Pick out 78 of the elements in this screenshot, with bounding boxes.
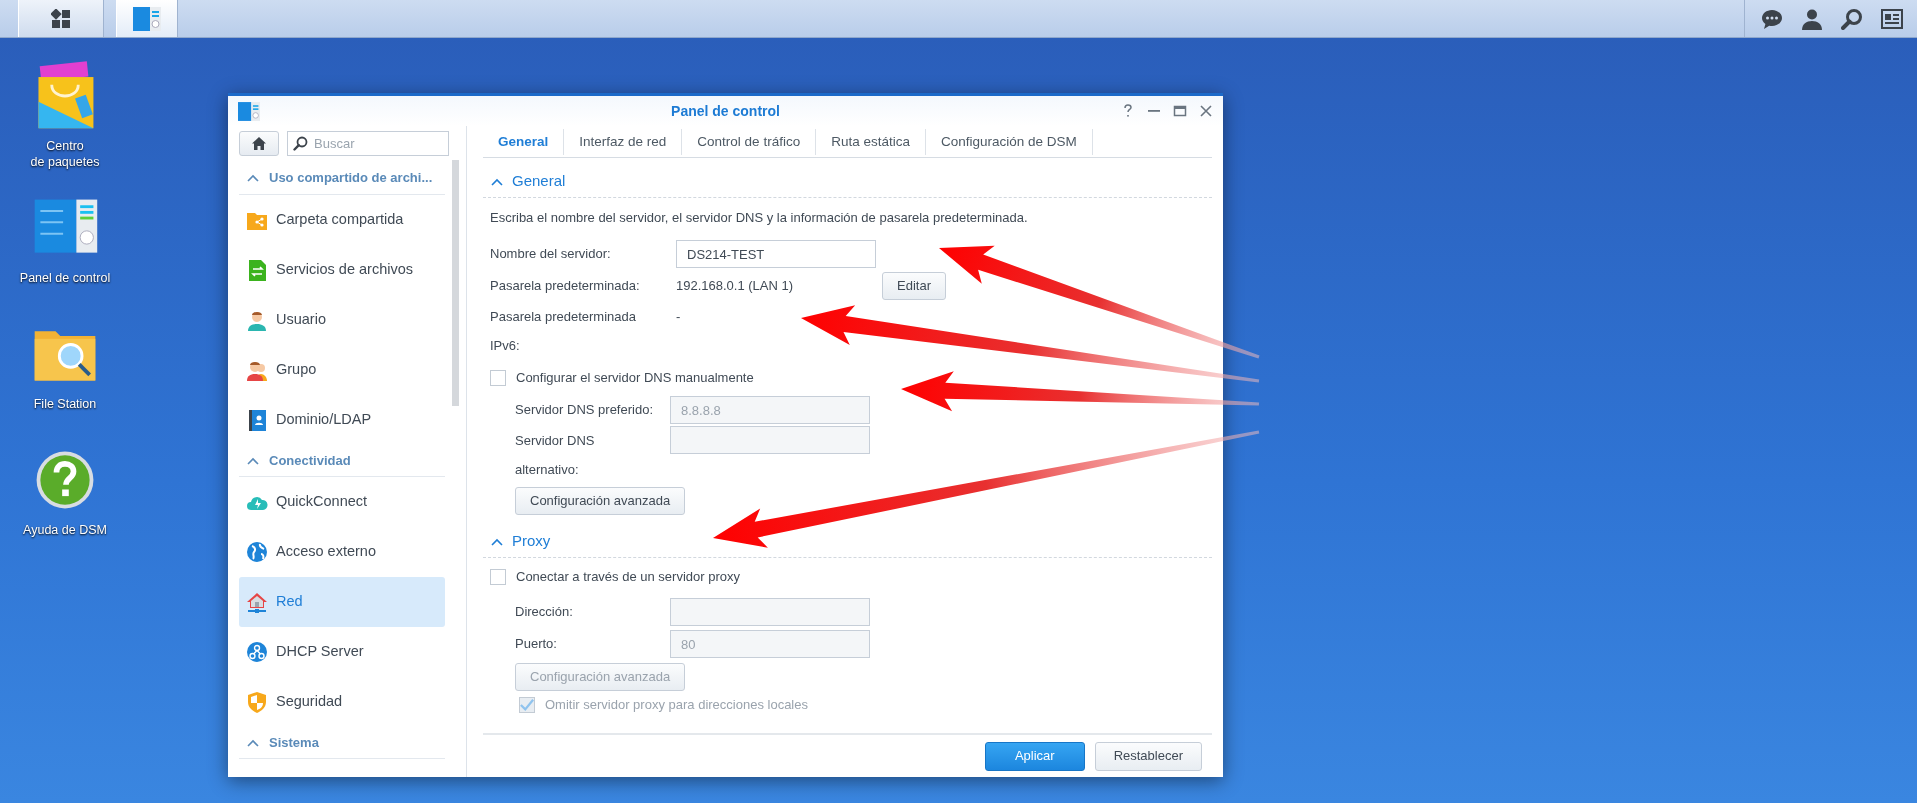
- check-icon: [520, 698, 534, 712]
- sidebar-item[interactable]: Servicios de archivos: [239, 245, 445, 295]
- search-icon: [293, 136, 308, 151]
- network-icon: [246, 641, 268, 663]
- field-label: Pasarela predeterminada:: [490, 277, 641, 296]
- search-field[interactable]: Buscar: [287, 131, 449, 156]
- advanced-settings-button[interactable]: Configuración avanzada: [515, 487, 686, 515]
- tab[interactable]: Configuración de DSM: [925, 129, 1093, 155]
- sidebar-item[interactable]: Carpeta compartida: [239, 195, 445, 245]
- reset-button[interactable]: Restablecer: [1094, 741, 1202, 771]
- input-field[interactable]: DS214-TEST: [676, 240, 876, 268]
- desktop-shortcut[interactable]: File Station: [5, 318, 125, 412]
- checkbox-label: Conectar a través de un servidor proxy: [516, 568, 740, 587]
- checkbox-label: Omitir servidor proxy para direcciones locales: [545, 696, 808, 715]
- contact-book-icon: [246, 409, 268, 431]
- tab[interactable]: Ruta estática: [816, 129, 926, 155]
- help-icon[interactable]: [1121, 104, 1135, 118]
- sidebar-item[interactable]: Grupo: [239, 345, 445, 395]
- shortcut-label: Ayuda de DSM: [23, 522, 107, 538]
- taskbar-app-button[interactable]: [116, 0, 178, 37]
- close-icon[interactable]: [1199, 104, 1213, 118]
- section-heading[interactable]: Conectividad: [269, 450, 351, 471]
- desktop-shortcut[interactable]: Panel de control: [5, 192, 125, 286]
- shortcut-label: Panel de control: [19, 270, 111, 286]
- group-icon: [246, 359, 268, 381]
- search-icon[interactable]: [1841, 7, 1863, 30]
- section-heading[interactable]: Sistema: [269, 732, 319, 753]
- control-panel-icon: [238, 101, 260, 121]
- checkbox[interactable]: [490, 370, 506, 386]
- tab[interactable]: Control de tráfico: [682, 129, 817, 155]
- collapse-icon[interactable]: [247, 174, 259, 182]
- main-menu-button[interactable]: [18, 0, 104, 37]
- home-button[interactable]: [239, 131, 279, 156]
- checkbox-label: Configurar el servidor DNS manualmente: [516, 369, 754, 388]
- user-icon: [246, 309, 268, 331]
- field-value: 192.168.0.1 (LAN 1): [676, 277, 795, 296]
- field-label: Dirección:: [515, 603, 574, 622]
- field-label: Nombre del servidor:: [490, 245, 612, 264]
- file-transfer-icon: [246, 259, 268, 281]
- description-text: Escriba el nombre del servidor, el servidor DNS y la información de pasarela predeterminada.: [489, 209, 1029, 228]
- user-icon[interactable]: [1801, 7, 1823, 30]
- chat-icon[interactable]: [1761, 7, 1783, 30]
- field-label: Pasarela predeterminada IPv6:: [490, 308, 637, 355]
- section-heading[interactable]: Uso compartido de archi...: [269, 168, 433, 188]
- collapse-icon[interactable]: [491, 177, 503, 186]
- collapse-icon[interactable]: [247, 738, 259, 747]
- sidebar-item[interactable]: Usuario: [239, 295, 445, 345]
- section-title: Proxy: [512, 531, 551, 552]
- widget-icon[interactable]: [1881, 8, 1903, 29]
- grid-icon: [51, 8, 71, 29]
- sidebar-item[interactable]: Acceso externo: [239, 527, 445, 577]
- globe-icon: [246, 541, 268, 563]
- tab[interactable]: Interfaz de red: [564, 129, 683, 155]
- house-icon: [246, 591, 268, 613]
- sidebar-item[interactable]: DHCP Server: [239, 627, 445, 677]
- window-title: Panel de control: [671, 101, 780, 121]
- scrollbar[interactable]: [452, 160, 459, 406]
- field-label: Servidor DNS preferido:: [515, 401, 654, 420]
- shield-icon: [246, 691, 268, 713]
- field-value: -: [676, 308, 681, 326]
- home-icon: [251, 136, 267, 151]
- sidebar-item[interactable]: QuickConnect: [239, 477, 445, 527]
- maximize-icon[interactable]: [1173, 104, 1187, 118]
- collapse-icon[interactable]: [491, 537, 503, 546]
- field-label: Puerto:: [515, 635, 558, 654]
- checkbox[interactable]: [490, 569, 506, 585]
- shortcut-label: Centro de paquetes: [30, 138, 100, 170]
- desktop-shortcut[interactable]: Centro de paquetes: [5, 60, 125, 170]
- tab[interactable]: General: [483, 129, 565, 155]
- field-label: Servidor DNS alternativo:: [515, 432, 596, 479]
- sidebar-item[interactable]: Dominio/LDAP: [239, 395, 445, 445]
- edit-button[interactable]: Editar: [882, 272, 946, 300]
- shortcut-label: File Station: [33, 396, 97, 412]
- desktop-shortcut[interactable]: Ayuda de DSM: [5, 444, 125, 538]
- sidebar-item[interactable]: Seguridad: [239, 677, 445, 727]
- control-panel-icon: [133, 6, 161, 31]
- collapse-icon[interactable]: [247, 456, 259, 465]
- section-title: General: [512, 171, 566, 192]
